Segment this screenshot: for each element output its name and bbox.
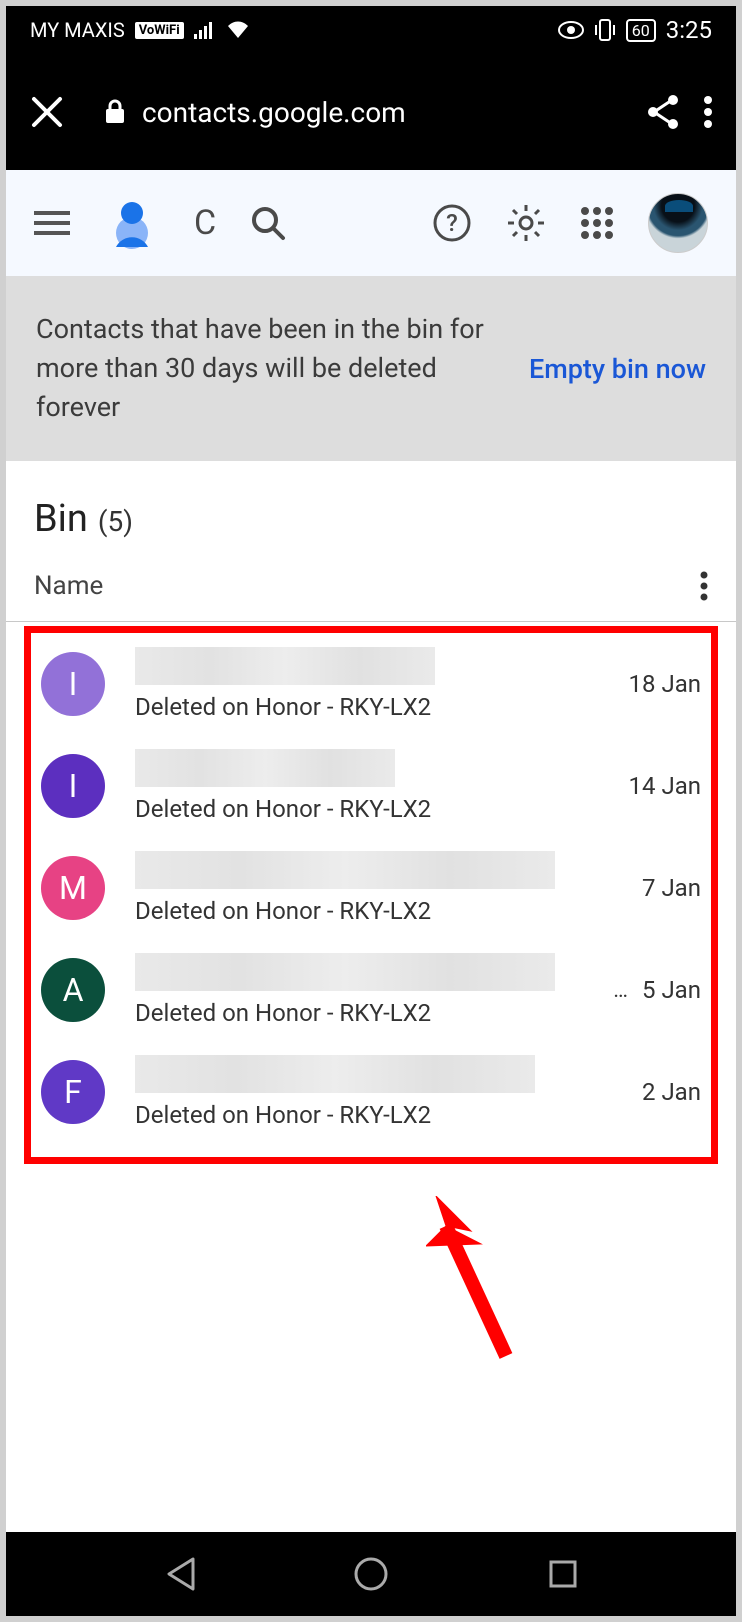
contact-deleted-info: Deleted on Honor - RKY-LX2	[135, 795, 615, 823]
ellipsis-text: …	[613, 978, 628, 1003]
apps-grid-icon[interactable]	[580, 206, 614, 240]
contact-deleted-date: 5 Jan	[642, 976, 701, 1004]
contact-deleted-info: Deleted on Honor - RKY-LX2	[135, 897, 628, 925]
hamburger-icon[interactable]	[34, 210, 70, 236]
nav-recent-icon[interactable]	[548, 1559, 578, 1589]
refresh-letter-icon[interactable]: C	[194, 203, 216, 243]
battery-level: 60	[626, 19, 656, 42]
annotation-highlight-box: I Deleted on Honor - RKY-LX2 18 Jan I De…	[24, 626, 718, 1164]
signal-icon	[194, 21, 216, 39]
contact-deleted-date: 18 Jan	[629, 670, 701, 698]
account-avatar[interactable]	[648, 193, 708, 253]
contacts-logo-icon[interactable]	[104, 195, 160, 251]
contact-name-redacted	[135, 749, 395, 787]
contact-name-redacted	[135, 647, 435, 685]
vibrate-icon	[594, 18, 616, 42]
status-bar: MY MAXIS VoWiFi 60 3:25	[6, 6, 736, 54]
contact-row[interactable]: F Deleted on Honor - RKY-LX2 2 Jan	[31, 1041, 711, 1143]
chrome-more-icon[interactable]	[704, 96, 712, 128]
list-more-icon[interactable]	[700, 571, 708, 601]
contact-name-redacted	[135, 851, 555, 889]
column-header: Name	[6, 547, 736, 622]
eye-icon	[558, 21, 584, 39]
clock-time: 3:25	[666, 16, 712, 44]
contact-avatar: A	[41, 958, 105, 1022]
vowifi-badge: VoWiFi	[135, 22, 184, 39]
gear-icon[interactable]	[506, 203, 546, 243]
svg-text:?: ?	[446, 209, 458, 237]
wifi-icon	[226, 20, 250, 40]
contact-row[interactable]: I Deleted on Honor - RKY-LX2 14 Jan	[31, 735, 711, 837]
contact-avatar: F	[41, 1060, 105, 1124]
contact-deleted-date: 2 Jan	[642, 1078, 701, 1106]
bin-notice-banner: Contacts that have been in the bin for m…	[6, 276, 736, 461]
search-icon[interactable]	[250, 205, 286, 241]
contact-avatar: I	[41, 652, 105, 716]
carrier-label: MY MAXIS	[30, 18, 125, 42]
share-icon[interactable]	[646, 94, 680, 130]
contact-deleted-info: Deleted on Honor - RKY-LX2	[135, 999, 613, 1027]
contact-row[interactable]: M Deleted on Honor - RKY-LX2 7 Jan	[31, 837, 711, 939]
contact-name-redacted	[135, 953, 555, 991]
contact-row[interactable]: I Deleted on Honor - RKY-LX2 18 Jan	[31, 633, 711, 735]
contact-avatar: M	[41, 856, 105, 920]
url-text[interactable]: contacts.google.com	[142, 96, 622, 129]
close-icon[interactable]	[30, 95, 64, 129]
contact-deleted-date: 14 Jan	[629, 772, 701, 800]
contact-deleted-date: 7 Jan	[642, 874, 701, 902]
app-toolbar: C ?	[6, 170, 736, 276]
nav-home-icon[interactable]	[353, 1556, 389, 1592]
bin-notice-text: Contacts that have been in the bin for m…	[36, 310, 529, 427]
bin-title: Bin	[34, 497, 88, 541]
name-column-label: Name	[34, 571, 700, 601]
page-title: Bin (5)	[6, 461, 736, 547]
system-nav-bar	[6, 1532, 736, 1616]
contact-avatar: I	[41, 754, 105, 818]
browser-chrome: contacts.google.com	[6, 54, 736, 170]
empty-bin-button[interactable]: Empty bin now	[529, 353, 706, 385]
bin-count: (5)	[98, 505, 133, 538]
contact-name-redacted	[135, 1055, 535, 1093]
help-icon[interactable]: ?	[432, 203, 472, 243]
contact-deleted-info: Deleted on Honor - RKY-LX2	[135, 1101, 628, 1129]
lock-icon	[104, 99, 126, 125]
nav-back-icon[interactable]	[165, 1557, 195, 1591]
contact-row[interactable]: A Deleted on Honor - RKY-LX2 … 5 Jan	[31, 939, 711, 1041]
annotation-arrow-icon	[426, 1196, 536, 1366]
contact-deleted-info: Deleted on Honor - RKY-LX2	[135, 693, 615, 721]
